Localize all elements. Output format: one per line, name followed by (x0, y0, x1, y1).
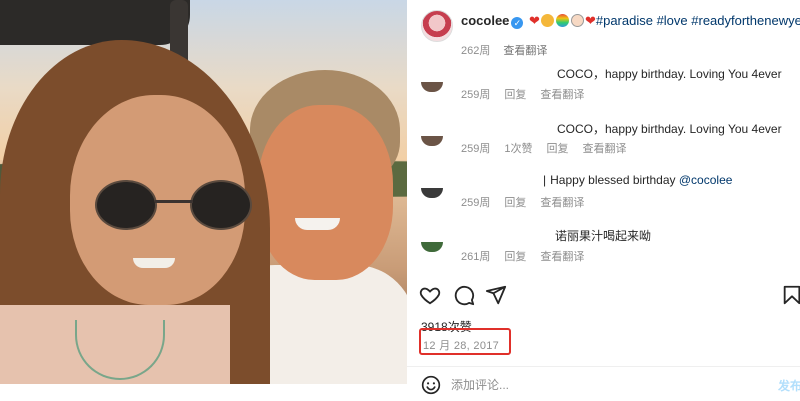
comment-likes[interactable]: 1次赞 (504, 143, 532, 155)
comment-age: 259周 (461, 89, 491, 101)
translate-link[interactable]: 查看翻译 (540, 251, 584, 263)
emoji-picker-icon[interactable] (421, 375, 441, 395)
sunglasses-left-lens (95, 180, 157, 230)
comment-item: COCO，happy birthday. Loving You 4ever 25… (421, 62, 800, 112)
translate-link[interactable]: 查看翻译 (540, 197, 584, 209)
reply-button[interactable]: 回复 (504, 89, 526, 101)
comment-text: COCO，happy birthday. Loving You 4ever (557, 67, 782, 81)
sunglasses-right-lens (190, 180, 252, 230)
bookmark-icon[interactable] (781, 284, 800, 306)
reply-button[interactable]: 回复 (546, 143, 568, 155)
photo-woman-smile (133, 258, 175, 268)
emoji-rainbow-icon (555, 14, 569, 27)
translate-link[interactable]: 查看翻译 (540, 89, 584, 101)
avatar[interactable] (421, 10, 453, 42)
username-link[interactable]: cocolee (461, 13, 509, 28)
reply-button[interactable]: 回复 (504, 251, 526, 263)
caption-meta: 262周 查看翻译 (461, 42, 547, 58)
sunglasses-bridge (155, 200, 193, 203)
post-actions (419, 284, 800, 306)
post-comment-button[interactable]: 发布 (778, 377, 800, 394)
commenter-avatar[interactable] (421, 82, 443, 92)
photo-cart-roof (0, 0, 190, 45)
comment-age: 259周 (461, 143, 491, 155)
add-comment-bar: 发布 (407, 367, 800, 401)
comment-meta: 259周 1次赞 回复 查看翻译 (461, 140, 640, 156)
photo-man-face (258, 105, 393, 280)
emoji-heart-icon: ❤ (584, 13, 596, 28)
commenter-avatar[interactable] (421, 242, 443, 252)
photo-man-smile (295, 218, 340, 230)
caption-line: cocolee ✓ ❤ ❤#paradise #love #readyforthen… (461, 13, 800, 29)
comment-meta: 259周 回复 查看翻译 (461, 194, 598, 210)
post-photo[interactable] (0, 0, 407, 384)
post-sidebar: cocolee ✓ ❤ ❤#paradise #love #readyforthen… (407, 0, 800, 401)
emoji-heart-icon: ❤ (529, 13, 540, 28)
comment-input[interactable] (451, 375, 751, 395)
translate-link[interactable]: 查看翻译 (582, 143, 626, 155)
comment-age: 259周 (461, 197, 491, 209)
reply-button[interactable]: 回复 (504, 197, 526, 209)
emoji-baby-icon (570, 14, 584, 27)
caption-translate-link[interactable]: 查看翻译 (503, 45, 547, 57)
comment-meta: 259周 回复 查看翻译 (461, 86, 598, 102)
mention-link[interactable]: @cocolee (679, 173, 733, 187)
comment-text: | Happy blessed birthday @cocolee (543, 173, 733, 187)
commenter-avatar[interactable] (421, 136, 443, 146)
verified-badge-icon: ✓ (511, 17, 524, 29)
comment-item: 诺丽果汁喝起来呦 261周 回复 查看翻译 (421, 224, 800, 274)
comment-text: 诺丽果汁喝起来呦 (555, 229, 652, 243)
commenter-avatar[interactable] (421, 188, 443, 198)
comment-item: | Happy blessed birthday @cocolee 259周 回复 查… (421, 170, 800, 220)
comment-age: 261周 (461, 251, 491, 263)
heart-icon[interactable] (419, 284, 441, 306)
caption-hashtags[interactable]: #paradise #love #readyforthenewyear (596, 13, 800, 28)
send-icon[interactable] (485, 284, 507, 306)
post-age: 262周 (461, 45, 491, 57)
emoji-face-icon (540, 14, 554, 27)
comment-icon[interactable] (453, 284, 475, 306)
post-date: 12 月 28, 2017 (423, 340, 500, 352)
comment-text: COCO，happy birthday. Loving You 4ever (557, 122, 782, 136)
comment-meta: 261周 回复 查看翻译 (461, 248, 598, 264)
comment-item: COCO，happy birthday. Loving You 4ever 25… (421, 116, 800, 166)
